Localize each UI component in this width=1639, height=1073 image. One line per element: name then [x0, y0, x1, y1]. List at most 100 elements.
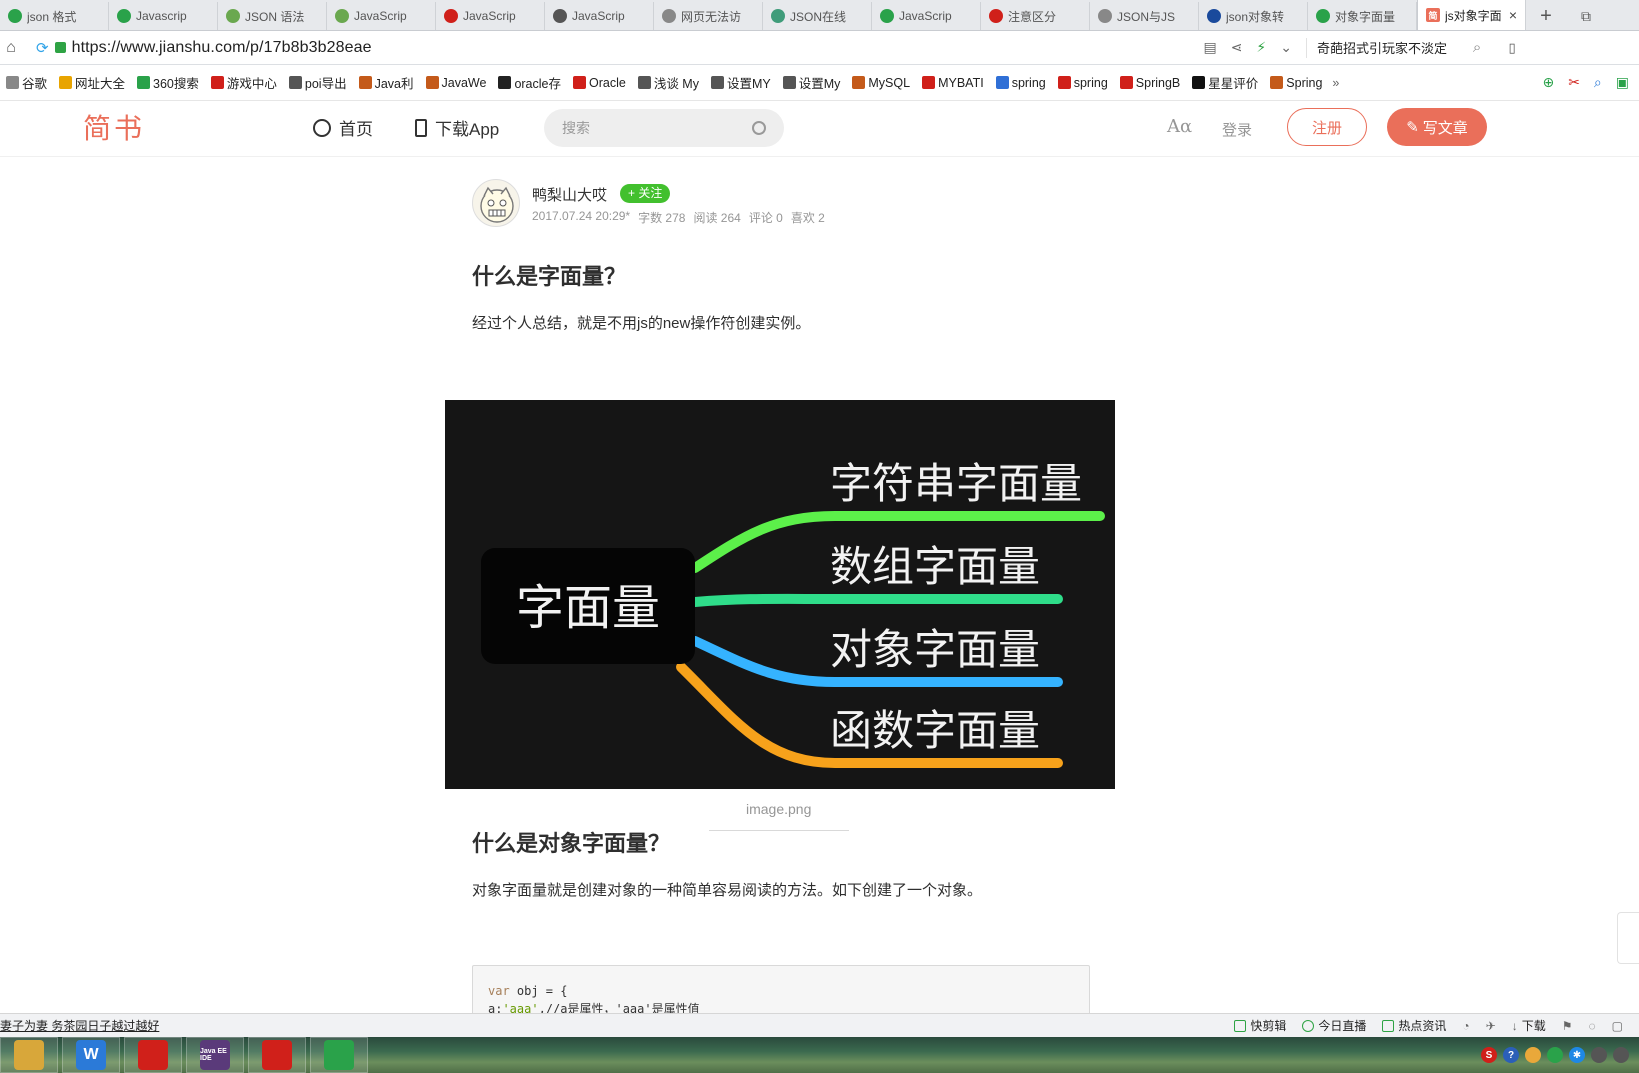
status-quick-edit[interactable]: 快剪辑 — [1234, 1017, 1286, 1034]
search-icon[interactable]: ⌕ — [1457, 39, 1497, 56]
taskbar-app-chrome[interactable] — [124, 1037, 182, 1073]
translate-icon[interactable]: ⊕ — [1542, 74, 1554, 91]
url-text[interactable]: https://www.jianshu.com/p/17b8b3b28eae — [72, 39, 372, 57]
window-icon[interactable]: ▢ — [1612, 1019, 1623, 1033]
bookmark-item[interactable]: poi导出 — [283, 73, 353, 92]
bookmark-label: 谷歌 — [22, 77, 48, 91]
taskbar-app-java-ee-ide[interactable]: Java EE IDE — [186, 1037, 244, 1073]
browser-tab[interactable]: JSON在线 — [763, 2, 872, 30]
accelerate-icon[interactable]: ◔ — [1462, 1019, 1469, 1033]
author-name[interactable]: 鸭梨山大哎 — [532, 184, 607, 205]
share-icon[interactable]: ⋖ — [1231, 39, 1243, 56]
tab-label: json对象转 — [1226, 9, 1285, 24]
taskbar-app-wps[interactable]: W — [62, 1037, 120, 1073]
browser-tab[interactable]: JavaScrip — [327, 2, 436, 30]
bookmark-item[interactable]: JavaWe — [420, 76, 493, 90]
browser-tab[interactable]: JavaScrip — [436, 2, 545, 30]
new-tab-button[interactable]: + — [1526, 2, 1566, 30]
pin-icon[interactable]: ✈ — [1486, 1019, 1496, 1033]
bookmark-item[interactable]: 游戏中心 — [205, 73, 283, 92]
browser-tab-active[interactable]: 简 js对象字面 × — [1417, 0, 1526, 30]
browser-tab[interactable]: JavaScrip — [872, 2, 981, 30]
bookmark-item[interactable]: Java利 — [353, 73, 420, 92]
zoom-icon[interactable]: ⌕ — [1594, 74, 1602, 91]
sidebar-toggle-icon[interactable]: ▯ — [1497, 40, 1527, 56]
site-search-input[interactable]: 搜索 — [544, 109, 784, 147]
login-link[interactable]: 登录 — [1222, 119, 1252, 140]
bookmark-item[interactable]: 网址大全 — [53, 73, 131, 92]
bookmark-label: spring — [1011, 75, 1046, 90]
bookmarks-more-button[interactable]: » — [1332, 76, 1339, 90]
bookmark-item[interactable]: SpringB — [1114, 76, 1186, 90]
360-tray-icon[interactable] — [1547, 1047, 1563, 1063]
browser-tab[interactable]: JSON 语法 — [218, 2, 327, 30]
browser-tab[interactable]: json对象转 — [1199, 2, 1308, 30]
network-icon[interactable] — [1591, 1047, 1607, 1063]
bookmark-item[interactable]: oracle存 — [492, 73, 567, 92]
browser-tab[interactable]: 注意区分 — [981, 2, 1090, 30]
status-news-link[interactable]: 妻子为妻 务茶园日子越过越好 — [0, 1017, 159, 1034]
jianshu-logo[interactable]: 简书 — [83, 107, 145, 147]
register-button[interactable]: 注册 — [1287, 108, 1367, 146]
search-placeholder: 搜索 — [562, 120, 590, 136]
bluetooth-icon[interactable]: ✱ — [1569, 1047, 1585, 1063]
screenshot-icon[interactable]: ✂ — [1568, 74, 1580, 91]
tab-favicon-icon — [1098, 9, 1112, 23]
browser-tab[interactable]: json 格式 — [0, 2, 109, 30]
help-icon[interactable]: ? — [1503, 1047, 1519, 1063]
font-setting-button[interactable]: Aα — [1167, 116, 1192, 137]
browser-tab[interactable]: 对象字面量 — [1308, 2, 1417, 30]
app-tray-icon[interactable] — [1525, 1047, 1541, 1063]
bookmark-item[interactable]: 星星评价 — [1186, 73, 1264, 92]
follow-button[interactable]: + 关注 — [620, 184, 671, 203]
taskbar-app-app-red[interactable] — [248, 1037, 306, 1073]
status-download[interactable]: ↓ 下载 — [1512, 1017, 1546, 1034]
bookmark-item[interactable]: 设置MY — [705, 73, 777, 92]
nav-download-app[interactable]: 下载App — [415, 115, 499, 140]
side-panel-handle[interactable] — [1617, 912, 1639, 964]
browser-tab[interactable]: 网页无法访 — [654, 2, 763, 30]
tab-favicon-icon — [8, 9, 22, 23]
bookmark-item[interactable]: 设置My — [777, 73, 847, 92]
nav-download-label: 下载App — [435, 120, 500, 139]
bookmark-item[interactable]: Oracle — [567, 76, 632, 90]
restore-window-icon[interactable]: ⧉ — [1566, 2, 1606, 30]
bookmark-item[interactable]: Spring — [1264, 76, 1328, 90]
lightning-icon[interactable]: ⚡ — [1256, 39, 1266, 56]
search-icon[interactable] — [752, 121, 766, 135]
volume-icon[interactable] — [1613, 1047, 1629, 1063]
phone-icon — [415, 118, 427, 137]
sogou-icon[interactable]: S — [1481, 1047, 1497, 1063]
bookmark-item[interactable]: spring — [1052, 76, 1114, 90]
flag-icon[interactable]: ⚑ — [1562, 1019, 1573, 1033]
browser-tab[interactable]: JSON与JS — [1090, 2, 1199, 30]
hot-search-text[interactable]: 奇葩招式引玩家不淡定 — [1306, 37, 1457, 58]
tab-favicon-icon — [335, 9, 349, 23]
nav-home[interactable]: 首页 — [313, 115, 373, 140]
bookmark-item[interactable]: spring — [990, 76, 1052, 90]
game-icon[interactable]: ▣ — [1616, 74, 1629, 91]
tab-label: JavaScrip — [463, 9, 516, 23]
browser-tab[interactable]: JavaScrip — [545, 2, 654, 30]
reader-mode-icon[interactable]: ▤ — [1203, 39, 1216, 56]
avatar[interactable] — [472, 179, 520, 227]
taskbar-app-app-360[interactable] — [310, 1037, 368, 1073]
status-news[interactable]: 热点资讯 — [1382, 1017, 1446, 1034]
bookmark-item[interactable]: 360搜索 — [131, 73, 205, 92]
taskbar-app-file-explorer[interactable] — [0, 1037, 58, 1073]
status-live[interactable]: 今日直播 — [1302, 1017, 1366, 1034]
bookmark-item[interactable]: MYBATI — [916, 76, 990, 90]
home-icon[interactable]: ⌂ — [0, 39, 22, 57]
chevron-down-icon[interactable]: ⌄ — [1280, 39, 1292, 56]
clean-icon[interactable]: ◌ — [1589, 1019, 1596, 1033]
bookmark-item[interactable]: 浅谈 My — [632, 73, 705, 92]
bookmark-favicon-icon — [637, 76, 651, 89]
browser-tab[interactable]: Javascrip — [109, 2, 218, 30]
url-field[interactable]: ⟳ https://www.jianshu.com/p/17b8b3b28eae… — [36, 39, 1306, 57]
refresh-icon[interactable]: ⟳ — [36, 39, 49, 57]
close-tab-icon[interactable]: × — [1509, 7, 1517, 23]
write-article-button[interactable]: ✎ 写文章 — [1387, 108, 1487, 146]
mindmap-image[interactable]: 字面量 字符串字面量 数组字面量 对象字面量 函数字面量 — [445, 400, 1115, 789]
bookmark-item[interactable]: 谷歌 — [0, 73, 53, 92]
bookmark-item[interactable]: MySQL — [846, 76, 916, 90]
